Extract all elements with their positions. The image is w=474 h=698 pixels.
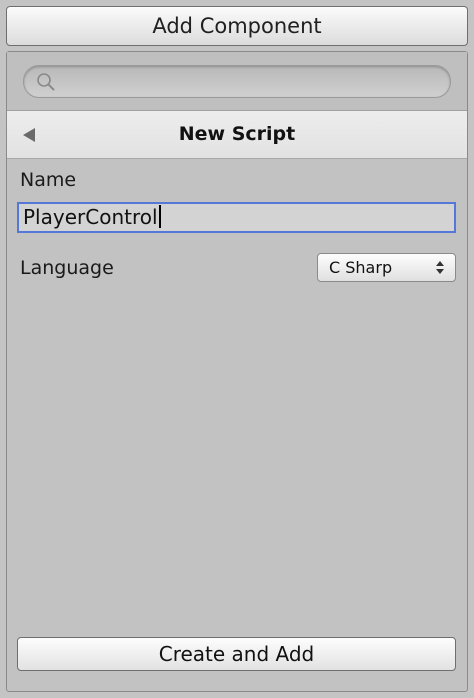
name-label: Name bbox=[20, 169, 77, 191]
component-panel: New Script Name PlayerControl Language C… bbox=[6, 51, 468, 692]
search-icon bbox=[37, 73, 55, 91]
language-label: Language bbox=[20, 257, 114, 279]
add-component-button[interactable]: Add Component bbox=[6, 6, 468, 46]
create-and-add-button[interactable]: Create and Add bbox=[17, 637, 456, 671]
search-input[interactable] bbox=[23, 65, 451, 98]
new-script-header: New Script bbox=[7, 110, 467, 159]
name-field[interactable]: PlayerControl bbox=[17, 202, 456, 233]
name-field-value: PlayerControl bbox=[23, 205, 158, 229]
search-area bbox=[7, 52, 467, 110]
create-and-add-label: Create and Add bbox=[158, 642, 315, 666]
add-component-label: Add Component bbox=[152, 14, 322, 38]
page-title: New Script bbox=[178, 123, 296, 145]
language-select[interactable]: C Sharp bbox=[317, 253, 456, 282]
text-caret bbox=[158, 205, 161, 228]
language-select-value: C Sharp bbox=[329, 258, 393, 277]
updown-arrows-icon bbox=[436, 261, 444, 274]
